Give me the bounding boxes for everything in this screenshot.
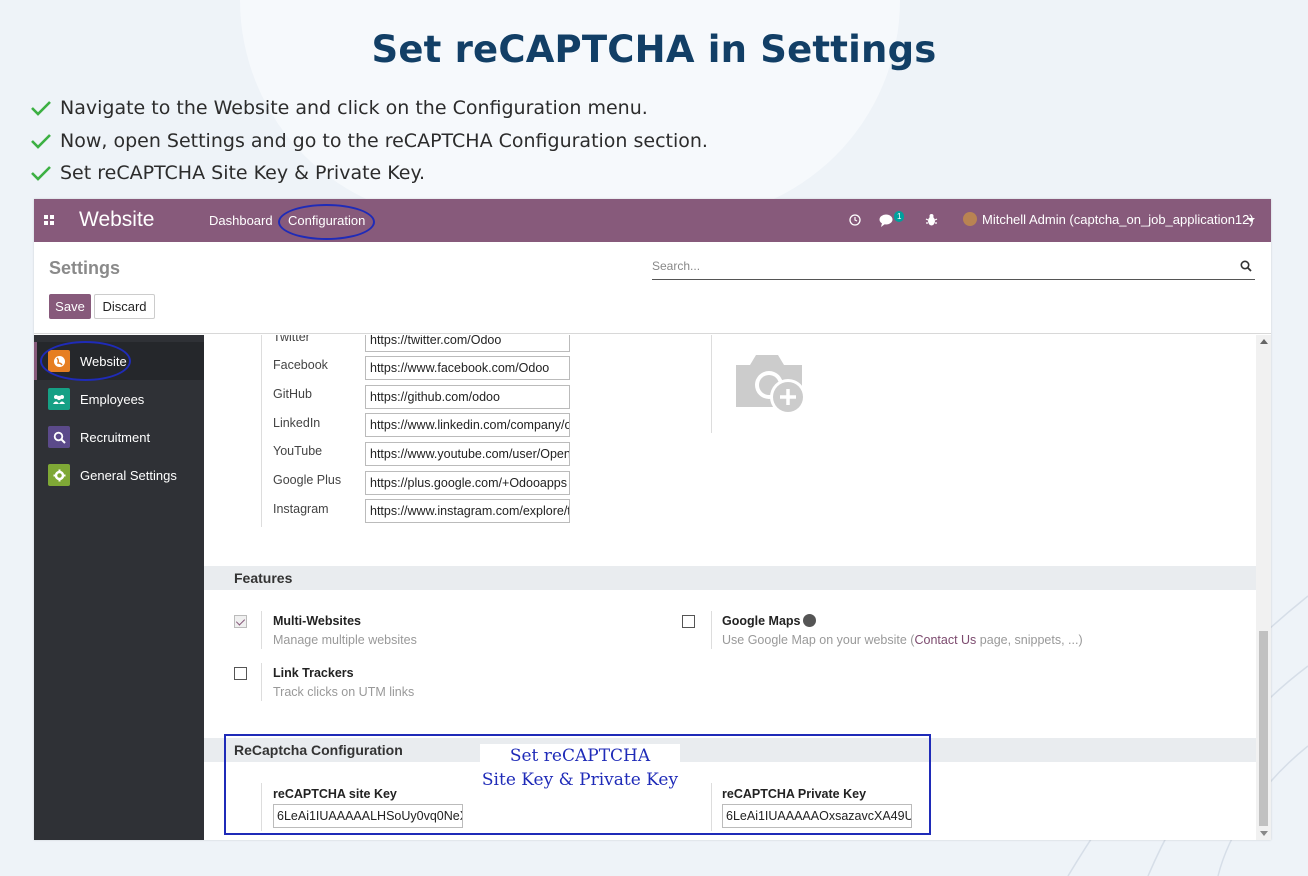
- step-text: Navigate to the Website and click on the…: [60, 97, 648, 120]
- divider: [261, 663, 262, 701]
- step-item: Navigate to the Website and click on the…: [30, 92, 708, 125]
- app-name: Website: [79, 208, 155, 231]
- github-label: GitHub: [273, 387, 312, 401]
- multi-websites-desc: Manage multiple websites: [273, 633, 417, 647]
- scroll-down-icon[interactable]: [1260, 831, 1268, 836]
- sidebar-item-label: Employees: [80, 391, 145, 407]
- magnifier-icon: [48, 426, 70, 448]
- google-plus-label: Google Plus: [273, 473, 342, 487]
- twitter-field[interactable]: https://twitter.com/Odoo: [365, 335, 570, 352]
- instagram-label: Instagram: [273, 502, 329, 516]
- google-maps-title: Google Maps: [722, 614, 817, 628]
- check-icon: [31, 133, 51, 149]
- check-icon: [31, 166, 51, 182]
- google-plus-field[interactable]: https://plus.google.com/+Odooapps: [365, 471, 570, 495]
- multi-websites-checkbox[interactable]: [234, 615, 247, 628]
- features-section-header: Features: [204, 566, 1256, 590]
- step-text: Now, open Settings and go to the reCAPTC…: [60, 129, 708, 152]
- linkedin-field[interactable]: https://www.linkedin.com/company/odoo: [365, 413, 570, 437]
- sidebar-item-employees[interactable]: Employees: [34, 380, 204, 418]
- sidebar-item-recruitment[interactable]: Recruitment: [34, 418, 204, 456]
- link-trackers-checkbox[interactable]: [234, 667, 247, 680]
- scroll-up-icon[interactable]: [1260, 339, 1268, 344]
- instagram-field[interactable]: https://www.instagram.com/explore/tags/o…: [365, 499, 570, 523]
- message-count-badge: 1: [894, 211, 905, 222]
- divider: [711, 335, 712, 433]
- annotation-note: Set reCAPTCHA Site Key & Private Key: [480, 744, 680, 792]
- google-maps-desc: Use Google Map on your website (Contact …: [722, 633, 1083, 647]
- page-title: Settings: [49, 258, 121, 278]
- top-navbar: Website Dashboard Configuration 1 Mitche…: [34, 199, 1271, 242]
- multi-websites-title: Multi-Websites: [273, 614, 361, 628]
- youtube-field[interactable]: https://www.youtube.com/user/OpenERPonli…: [365, 442, 570, 466]
- youtube-label: YouTube: [273, 444, 323, 458]
- clock-icon[interactable]: [849, 214, 861, 226]
- google-maps-checkbox[interactable]: [682, 615, 695, 628]
- website-highlight-circle: [40, 341, 131, 381]
- menu-dashboard[interactable]: Dashboard: [209, 213, 273, 228]
- apps-menu-icon[interactable]: [44, 215, 55, 226]
- caret-down-icon[interactable]: [1247, 218, 1255, 222]
- contact-us-link[interactable]: Contact Us: [914, 633, 976, 647]
- annotation-line: Site Key & Private Key: [481, 770, 679, 790]
- step-item: Set reCAPTCHA Site Key & Private Key.: [30, 157, 708, 190]
- check-icon: [31, 101, 51, 117]
- add-image-camera-icon[interactable]: [732, 349, 810, 419]
- scroll-thumb[interactable]: [1259, 631, 1268, 826]
- sidebar-item-label: General Settings: [80, 467, 177, 483]
- search-input[interactable]: Search...: [652, 256, 1255, 280]
- page-heading: Set reCAPTCHA in Settings: [371, 28, 937, 71]
- control-panel: Settings Search... Save Discard: [34, 242, 1271, 334]
- avatar[interactable]: [963, 212, 977, 226]
- steps-list: Navigate to the Website and click on the…: [30, 92, 708, 190]
- github-field[interactable]: https://github.com/odoo: [365, 385, 570, 409]
- configuration-highlight-circle: [278, 204, 375, 240]
- step-text: Set reCAPTCHA Site Key & Private Key.: [60, 162, 426, 185]
- scrollbar[interactable]: [1256, 335, 1271, 840]
- facebook-field[interactable]: https://www.facebook.com/Odoo: [365, 356, 570, 380]
- google-maps-title-text: Google Maps: [722, 614, 801, 628]
- search-placeholder: Search...: [652, 259, 701, 273]
- divider: [261, 611, 262, 649]
- google-maps-desc-before: Use Google Map on your website (: [722, 633, 915, 647]
- sidebar-item-label: Recruitment: [80, 429, 151, 445]
- discard-button[interactable]: Discard: [94, 294, 155, 319]
- user-menu[interactable]: Mitchell Admin (captcha_on_job_applicati…: [982, 212, 1254, 227]
- chat-icon[interactable]: [879, 214, 894, 227]
- annotation-line: Set reCAPTCHA: [509, 746, 651, 766]
- divider: [711, 611, 712, 649]
- search-icon[interactable]: [1240, 260, 1252, 272]
- save-button[interactable]: Save: [49, 294, 91, 319]
- facebook-label: Facebook: [273, 358, 328, 372]
- divider: [261, 335, 262, 527]
- link-trackers-title: Link Trackers: [273, 666, 354, 680]
- link-trackers-desc: Track clicks on UTM links: [273, 685, 415, 699]
- gear-icon: [48, 464, 70, 486]
- globe-icon: [803, 614, 817, 627]
- google-maps-desc-after: page, snippets, ...): [976, 633, 1083, 647]
- people-icon: [48, 388, 70, 410]
- twitter-label: Twitter: [273, 335, 310, 344]
- settings-sidebar: Website Employees Recruitment General Se…: [34, 335, 204, 840]
- sidebar-item-general-settings[interactable]: General Settings: [34, 456, 204, 494]
- step-item: Now, open Settings and go to the reCAPTC…: [30, 125, 708, 158]
- bug-icon[interactable]: [925, 213, 938, 227]
- linkedin-label: LinkedIn: [273, 416, 321, 430]
